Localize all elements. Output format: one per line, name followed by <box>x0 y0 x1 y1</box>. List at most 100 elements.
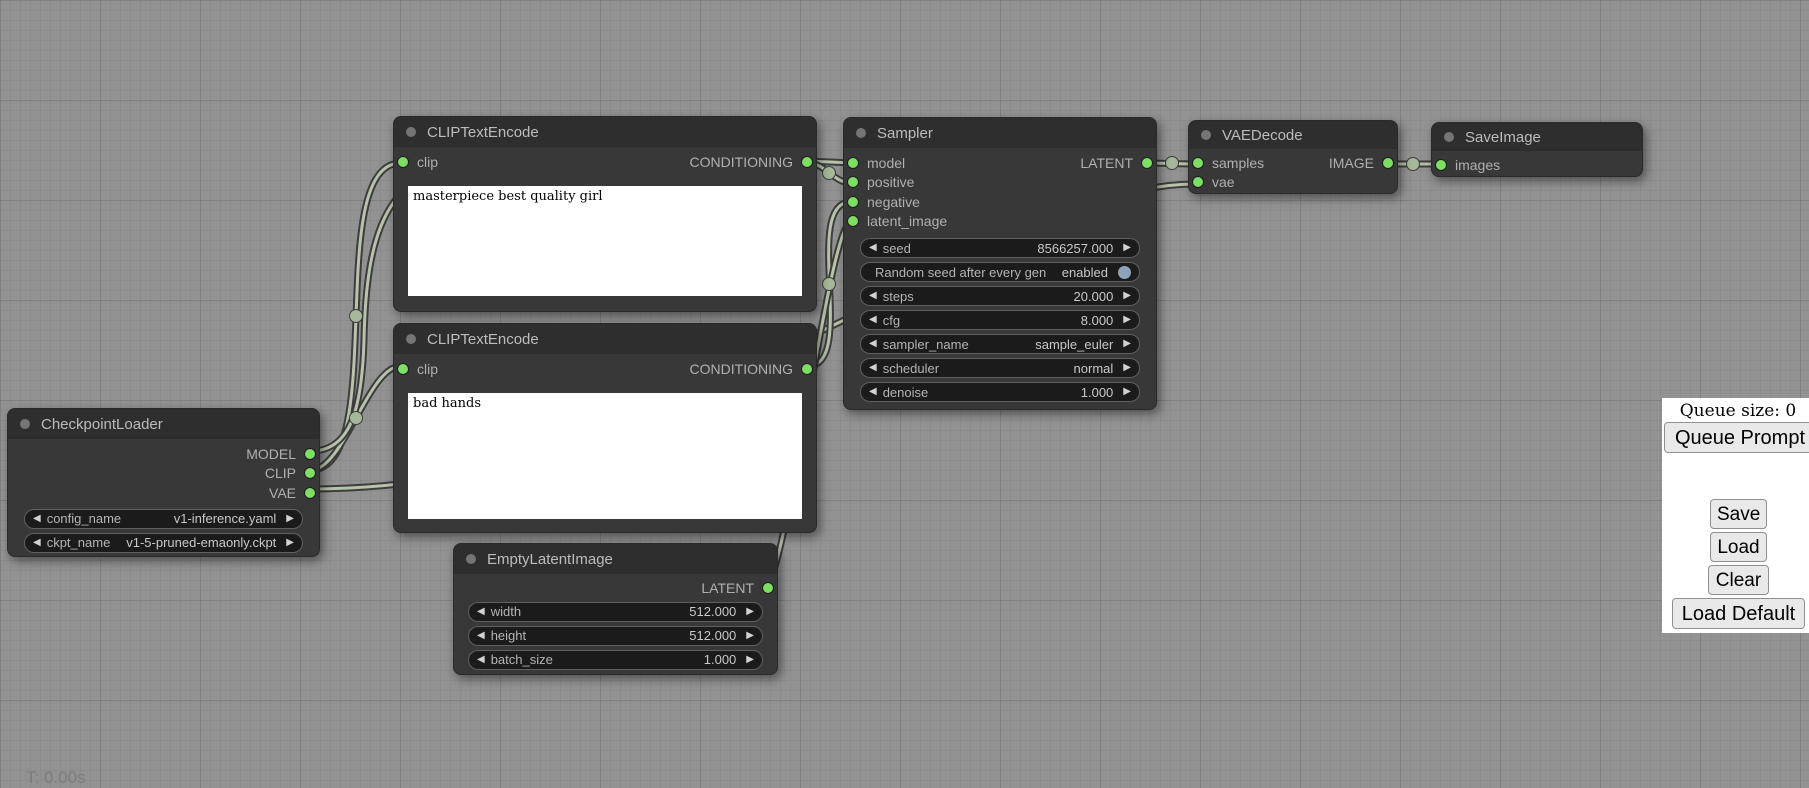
link-midpoint-dot <box>823 167 836 180</box>
node-graph-canvas[interactable]: { "icons": { "arrow_left": "◀", "arrow_r… <box>0 0 1809 782</box>
input-port-latent-image[interactable] <box>847 215 859 227</box>
increment-arrow-icon[interactable]: ▶ <box>1123 335 1131 353</box>
output-port-conditioning[interactable] <box>801 156 813 168</box>
node-save-image[interactable]: SaveImage images <box>1431 122 1643 177</box>
widget-label: cfg <box>883 313 900 328</box>
input-port-model[interactable] <box>847 157 859 169</box>
link-midpoint-dot <box>350 310 363 323</box>
input-port-positive[interactable] <box>847 176 859 188</box>
increment-arrow-icon[interactable]: ▶ <box>1123 287 1131 305</box>
collapse-dot-icon[interactable] <box>406 334 416 344</box>
collapse-dot-icon[interactable] <box>1201 130 1211 140</box>
collapse-dot-icon[interactable] <box>856 128 866 138</box>
node-title-bar[interactable]: CLIPTextEncode <box>394 117 816 147</box>
collapse-dot-icon[interactable] <box>406 127 416 137</box>
decrement-arrow-icon[interactable]: ◀ <box>869 287 877 305</box>
decrement-arrow-icon[interactable]: ◀ <box>869 311 877 329</box>
decrement-arrow-icon[interactable]: ◀ <box>869 335 877 353</box>
increment-arrow-icon[interactable]: ▶ <box>746 651 754 669</box>
decrement-arrow-icon[interactable]: ◀ <box>477 651 485 669</box>
widget-label: config_name <box>47 511 121 526</box>
input-port-vae[interactable] <box>1192 176 1204 188</box>
increment-arrow-icon[interactable]: ▶ <box>746 627 754 645</box>
input-port-negative[interactable] <box>847 196 859 208</box>
output-label: MODEL <box>246 446 296 462</box>
node-title: Sampler <box>877 125 933 142</box>
negative-prompt-textarea[interactable]: bad hands <box>408 393 802 519</box>
widget-scheduler[interactable]: ◀ scheduler normal ▶ <box>860 358 1140 378</box>
decrement-arrow-icon[interactable]: ◀ <box>477 603 485 621</box>
widget-label: steps <box>883 289 914 304</box>
decrement-arrow-icon[interactable]: ◀ <box>477 627 485 645</box>
output-label: CONDITIONING <box>690 361 793 377</box>
output-port-clip[interactable] <box>304 467 316 479</box>
increment-arrow-icon[interactable]: ▶ <box>1123 359 1131 377</box>
decrement-arrow-icon[interactable]: ◀ <box>33 510 41 528</box>
widget-height[interactable]: ◀ height 512.000 ▶ <box>468 626 763 646</box>
load-default-button[interactable]: Load Default <box>1672 598 1805 629</box>
output-port-image[interactable] <box>1382 157 1394 169</box>
increment-arrow-icon[interactable]: ▶ <box>1123 383 1131 401</box>
widget-width[interactable]: ◀ width 512.000 ▶ <box>468 602 763 622</box>
widget-value: normal <box>1074 361 1114 376</box>
widget-denoise[interactable]: ◀ denoise 1.000 ▶ <box>860 382 1140 402</box>
widget-value: 512.000 <box>689 604 736 619</box>
increment-arrow-icon[interactable]: ▶ <box>286 510 294 528</box>
collapse-dot-icon[interactable] <box>20 419 30 429</box>
input-port-images[interactable] <box>1435 159 1447 171</box>
node-title-bar[interactable]: CheckpointLoader <box>8 409 319 439</box>
input-port-clip[interactable] <box>397 363 409 375</box>
widget-seed[interactable]: ◀ seed 8566257.000 ▶ <box>860 238 1140 258</box>
output-port-latent[interactable] <box>762 582 774 594</box>
input-label: model <box>867 155 905 171</box>
input-port-clip[interactable] <box>397 156 409 168</box>
widget-random-seed-toggle[interactable]: Random seed after every gen enabled <box>860 262 1140 282</box>
input-port-samples[interactable] <box>1192 157 1204 169</box>
node-sampler[interactable]: Sampler model LATENT positive negative l… <box>843 117 1157 410</box>
node-title-bar[interactable]: CLIPTextEncode <box>394 324 816 354</box>
node-title-bar[interactable]: EmptyLatentImage <box>454 544 777 574</box>
collapse-dot-icon[interactable] <box>466 554 476 564</box>
widget-ckpt-name[interactable]: ◀ ckpt_name v1-5-pruned-emaonly.ckpt ▶ <box>24 533 303 553</box>
queue-prompt-button[interactable]: Queue Prompt <box>1664 422 1809 453</box>
output-port-conditioning[interactable] <box>801 363 813 375</box>
input-label: samples <box>1212 155 1264 171</box>
clear-button[interactable]: Clear <box>1708 565 1769 595</box>
node-vae-decode[interactable]: VAEDecode samples IMAGE vae <box>1188 120 1398 194</box>
output-port-vae[interactable] <box>304 487 316 499</box>
widget-sampler-name[interactable]: ◀ sampler_name sample_euler ▶ <box>860 334 1140 354</box>
render-time-label: T: 0.00s <box>26 768 86 788</box>
decrement-arrow-icon[interactable]: ◀ <box>33 534 41 552</box>
output-label: IMAGE <box>1329 155 1374 171</box>
decrement-arrow-icon[interactable]: ◀ <box>869 239 877 257</box>
positive-prompt-textarea[interactable]: masterpiece best quality girl <box>408 186 802 296</box>
output-port-latent[interactable] <box>1141 157 1153 169</box>
node-title-bar[interactable]: Sampler <box>844 118 1156 148</box>
collapse-dot-icon[interactable] <box>1444 132 1454 142</box>
increment-arrow-icon[interactable]: ▶ <box>286 534 294 552</box>
decrement-arrow-icon[interactable]: ◀ <box>869 383 877 401</box>
widget-config-name[interactable]: ◀ config_name v1-inference.yaml ▶ <box>24 509 303 529</box>
output-port-model[interactable] <box>304 448 316 460</box>
save-button[interactable]: Save <box>1710 499 1767 529</box>
increment-arrow-icon[interactable]: ▶ <box>1123 311 1131 329</box>
node-title-bar[interactable]: SaveImage <box>1432 123 1642 151</box>
widget-batch-size[interactable]: ◀ batch_size 1.000 ▶ <box>468 650 763 670</box>
node-clip-text-encode-negative[interactable]: CLIPTextEncode clip CONDITIONING bad han… <box>393 323 817 533</box>
node-checkpoint-loader[interactable]: CheckpointLoader MODEL CLIP VAE ◀ config… <box>7 408 320 557</box>
control-panel: Queue size: 0 Queue Prompt Save Load Cle… <box>1662 398 1809 633</box>
node-clip-text-encode-positive[interactable]: CLIPTextEncode clip CONDITIONING masterp… <box>393 116 817 312</box>
widget-value: 1.000 <box>1081 385 1114 400</box>
link-midpoint-dot <box>1407 158 1420 171</box>
node-title: VAEDecode <box>1222 127 1303 144</box>
decrement-arrow-icon[interactable]: ◀ <box>869 359 877 377</box>
increment-arrow-icon[interactable]: ▶ <box>746 603 754 621</box>
increment-arrow-icon[interactable]: ▶ <box>1123 239 1131 257</box>
toggle-enabled-icon[interactable] <box>1118 266 1131 279</box>
widget-cfg[interactable]: ◀ cfg 8.000 ▶ <box>860 310 1140 330</box>
load-button[interactable]: Load <box>1710 532 1767 562</box>
node-empty-latent-image[interactable]: EmptyLatentImage LATENT ◀ width 512.000 … <box>453 543 778 675</box>
node-title-bar[interactable]: VAEDecode <box>1189 121 1397 149</box>
widget-label: Random seed after every gen <box>875 265 1046 280</box>
widget-steps[interactable]: ◀ steps 20.000 ▶ <box>860 286 1140 306</box>
